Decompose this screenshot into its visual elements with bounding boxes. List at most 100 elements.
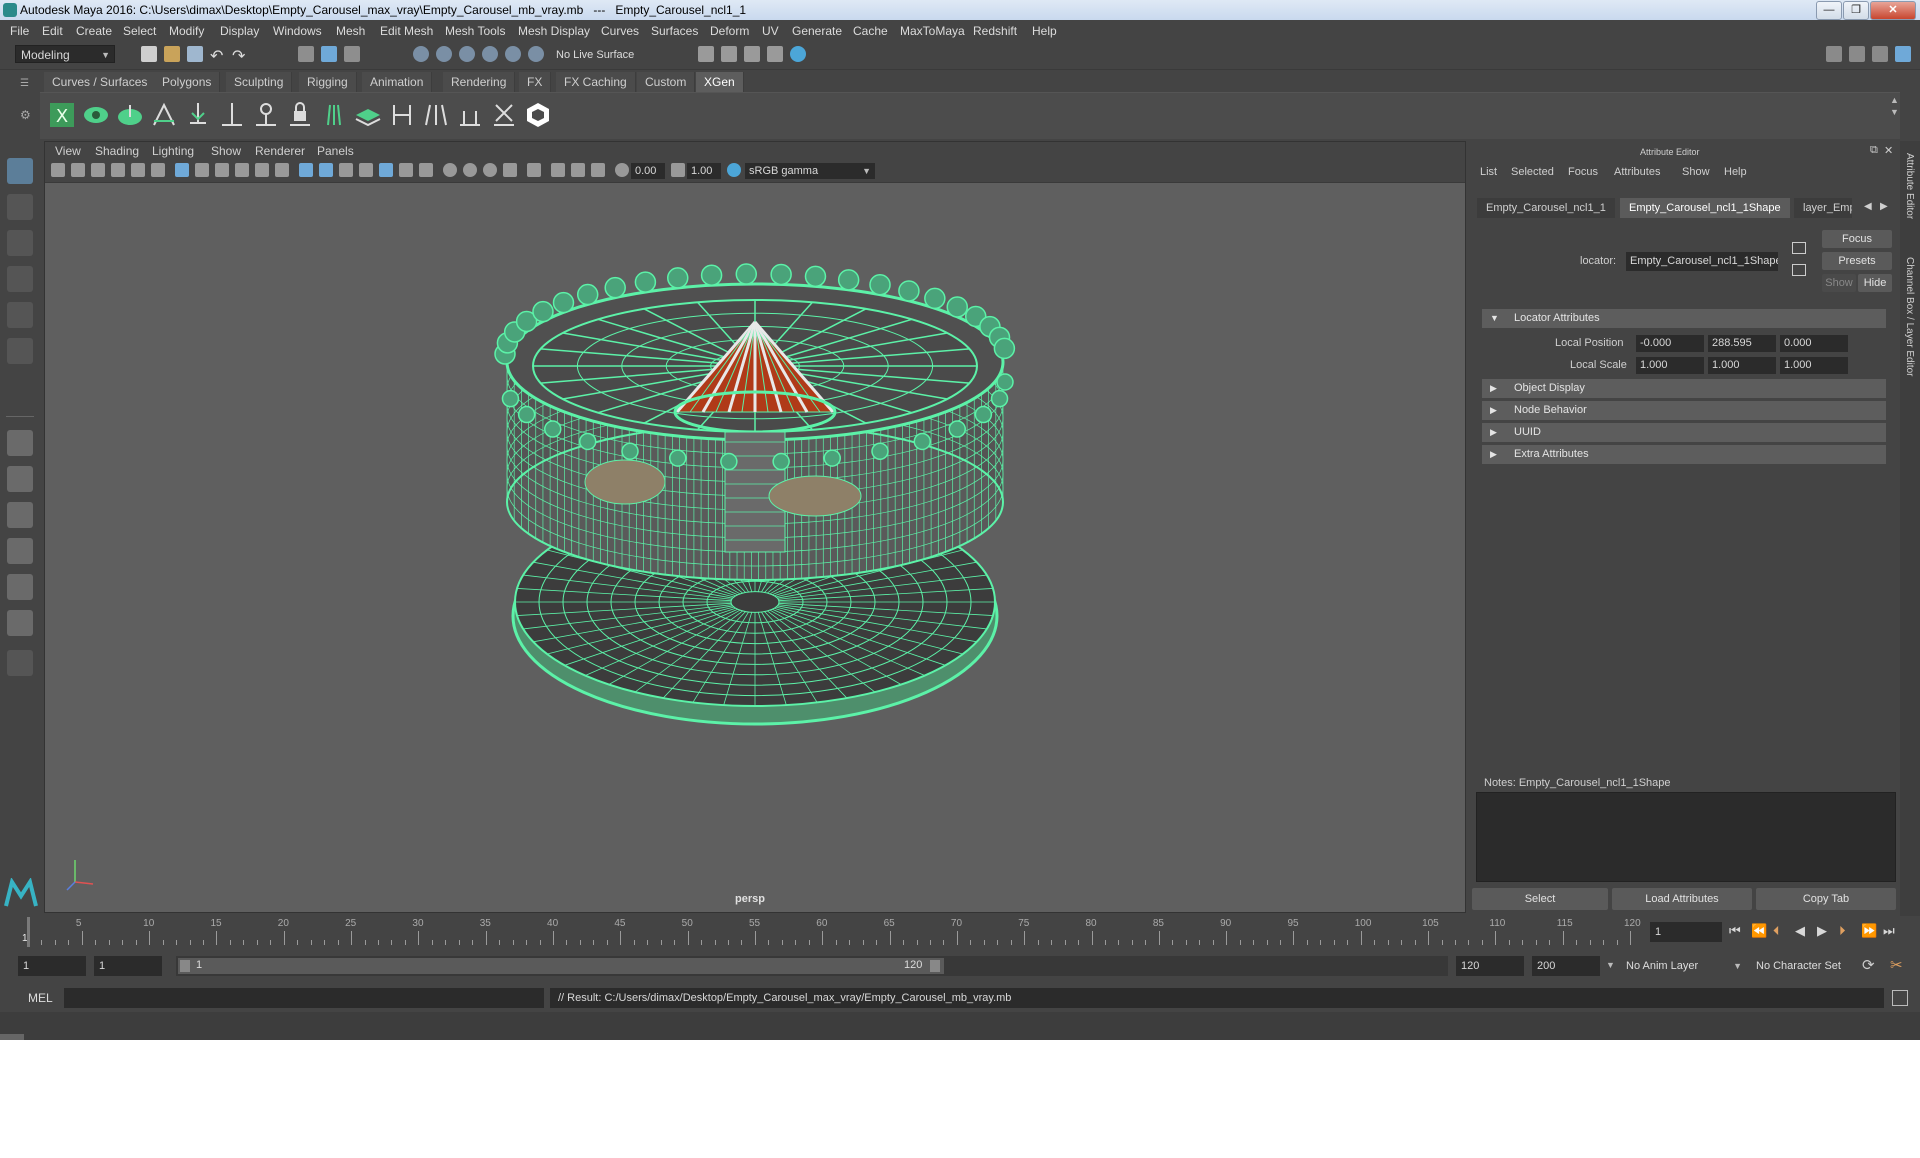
go-to-end-icon[interactable]: ⏭ — [1883, 923, 1895, 939]
character-set-dropdown[interactable]: No Character Set — [1752, 956, 1872, 976]
snap-view-icon[interactable] — [482, 46, 498, 62]
render-view-icon[interactable] — [790, 46, 806, 62]
ae-menu-attributes[interactable]: Attributes — [1614, 166, 1660, 178]
select-hierarchy-icon[interactable] — [298, 46, 314, 62]
notes-textarea[interactable] — [1476, 792, 1896, 882]
local-scale-z-field[interactable]: 1.000 — [1780, 357, 1848, 374]
side-tab-channel-box[interactable]: Channel Box / Layer Editor — [1904, 257, 1915, 377]
snap-grid-icon[interactable] — [413, 46, 429, 62]
menu-file[interactable]: File — [10, 24, 29, 38]
select-component-icon[interactable] — [344, 46, 360, 62]
xgen-delete-guide-icon[interactable] — [490, 101, 518, 129]
outliner-layout-icon[interactable] — [7, 610, 33, 636]
camera-select-icon[interactable] — [51, 163, 65, 177]
two-d-pan-icon[interactable] — [151, 163, 165, 177]
shelf-tab-custom[interactable]: Custom — [637, 72, 696, 92]
screen-space-ao-icon[interactable] — [443, 163, 457, 177]
step-back-icon[interactable]: ⏪ — [1751, 923, 1767, 939]
local-scale-x-field[interactable]: 1.000 — [1636, 357, 1704, 374]
select-tool-icon[interactable] — [7, 158, 33, 184]
motion-blur-icon[interactable] — [463, 163, 477, 177]
chevron-down-icon[interactable]: ▼ — [1606, 960, 1615, 970]
ae-menu-help[interactable]: Help — [1724, 166, 1747, 178]
ae-tab-transform[interactable]: Empty_Carousel_ncl1_1 — [1477, 198, 1615, 218]
move-tool-icon[interactable] — [7, 266, 33, 292]
focus-button[interactable]: Focus — [1822, 230, 1892, 248]
ae-menu-show[interactable]: Show — [1682, 166, 1710, 178]
step-forward-key-icon[interactable]: ⏵ — [1839, 923, 1846, 939]
go-to-output-icon[interactable] — [1792, 264, 1806, 276]
menu-maxtomaya[interactable]: MaxToMaya — [900, 24, 965, 38]
gate-mask-icon[interactable] — [235, 163, 249, 177]
shelf-tab-rigging[interactable]: Rigging — [299, 72, 357, 92]
wireframe-on-shaded-icon[interactable] — [359, 163, 373, 177]
wireframe-icon[interactable] — [299, 163, 313, 177]
paint-select-tool-icon[interactable] — [7, 230, 33, 256]
field-chart-icon[interactable] — [255, 163, 269, 177]
default-material-icon[interactable] — [339, 163, 353, 177]
presets-button[interactable]: Presets — [1822, 252, 1892, 270]
safe-action-icon[interactable] — [275, 163, 289, 177]
mode-dropdown[interactable]: Modeling ▼ — [15, 45, 115, 63]
start-time-field[interactable]: 1 — [18, 956, 86, 976]
auto-key-icon[interactable]: ✂ — [1890, 956, 1903, 974]
xgen-flip-icon[interactable] — [422, 101, 450, 129]
hypershade-icon[interactable] — [767, 46, 783, 62]
bookmark-icon[interactable] — [91, 163, 105, 177]
xgen-rebuild-icon[interactable] — [252, 101, 280, 129]
xgen-guide-length-icon[interactable] — [218, 101, 246, 129]
select-object-icon[interactable] — [321, 46, 337, 62]
anti-aliasing-icon[interactable] — [483, 163, 497, 177]
time-slider[interactable]: 1 5 10 15 20 25 30 35 40 45 50 55 60 65 70 75 80 85 90 95 10… — [22, 917, 1641, 947]
snap-live-icon[interactable] — [528, 46, 544, 62]
section-node-behavior[interactable]: ▶ Node Behavior — [1482, 401, 1886, 420]
tab-scroll-left-icon[interactable]: ◀ — [1864, 201, 1872, 212]
shelf-tab-fx[interactable]: FX — [519, 72, 552, 92]
menu-modify[interactable]: Modify — [169, 24, 204, 38]
use-lights-icon[interactable] — [399, 163, 413, 177]
scale-tool-icon[interactable] — [7, 338, 33, 364]
menu-surfaces[interactable]: Surfaces — [651, 24, 698, 38]
copy-tab-button[interactable]: Copy Tab — [1756, 888, 1896, 910]
vp-menu-lighting[interactable]: Lighting — [152, 144, 194, 158]
shelf-tab-curves-surfaces[interactable]: Curves / Surfaces — [44, 72, 157, 92]
script-editor-icon[interactable] — [1892, 990, 1908, 1006]
vp-menu-shading[interactable]: Shading — [95, 144, 139, 158]
single-perspective-layout-icon[interactable] — [7, 430, 33, 456]
xgen-preview-icon[interactable] — [82, 101, 110, 129]
image-plane-icon[interactable] — [111, 163, 125, 177]
menu-help[interactable]: Help — [1032, 24, 1057, 38]
ae-tab-layer[interactable]: layer_Empty — [1794, 198, 1852, 218]
shelf-menu-icon[interactable]: ☰ — [20, 78, 32, 90]
restore-button[interactable]: ❐ — [1843, 1, 1869, 20]
hypershade-layout-icon[interactable] — [7, 574, 33, 600]
undo-icon[interactable]: ↶ — [210, 46, 226, 65]
shadows-icon[interactable] — [419, 163, 433, 177]
ae-menu-list[interactable]: List — [1480, 166, 1497, 178]
current-time-marker[interactable] — [27, 917, 30, 947]
resolution-gate-icon[interactable] — [215, 163, 229, 177]
xgen-normalize-icon[interactable] — [388, 101, 416, 129]
xgen-layers-icon[interactable] — [354, 101, 382, 129]
menu-mesh-tools[interactable]: Mesh Tools — [445, 24, 505, 38]
vp-menu-show[interactable]: Show — [211, 144, 241, 158]
node-name-field[interactable]: Empty_Carousel_ncl1_1Shape — [1626, 252, 1778, 271]
local-scale-y-field[interactable]: 1.000 — [1708, 357, 1776, 374]
anim-layer-dropdown[interactable]: No Anim Layer ▼ — [1622, 956, 1746, 976]
menu-cache[interactable]: Cache — [853, 24, 888, 38]
color-space-dropdown[interactable]: sRGB gamma ▼ — [745, 163, 875, 179]
ae-menu-selected[interactable]: Selected — [1511, 166, 1554, 178]
redo-icon[interactable]: ↷ — [232, 46, 248, 65]
viewport-panel[interactable]: View Shading Lighting Show Renderer Pane… — [44, 141, 1466, 913]
menu-curves[interactable]: Curves — [601, 24, 639, 38]
xgen-logo-icon[interactable]: X — [48, 101, 76, 129]
render-settings-icon[interactable] — [744, 46, 760, 62]
tool-settings-icon[interactable] — [1872, 46, 1888, 62]
gamma-icon[interactable] — [671, 163, 685, 177]
range-slider-handle[interactable]: 1 120 — [178, 958, 944, 974]
menu-edit[interactable]: Edit — [42, 24, 63, 38]
step-forward-icon[interactable]: ⏩ — [1861, 923, 1877, 939]
current-frame-field[interactable]: 1 — [1650, 922, 1722, 942]
render-frame-icon[interactable] — [698, 46, 714, 62]
grease-pencil-icon[interactable] — [131, 163, 145, 177]
